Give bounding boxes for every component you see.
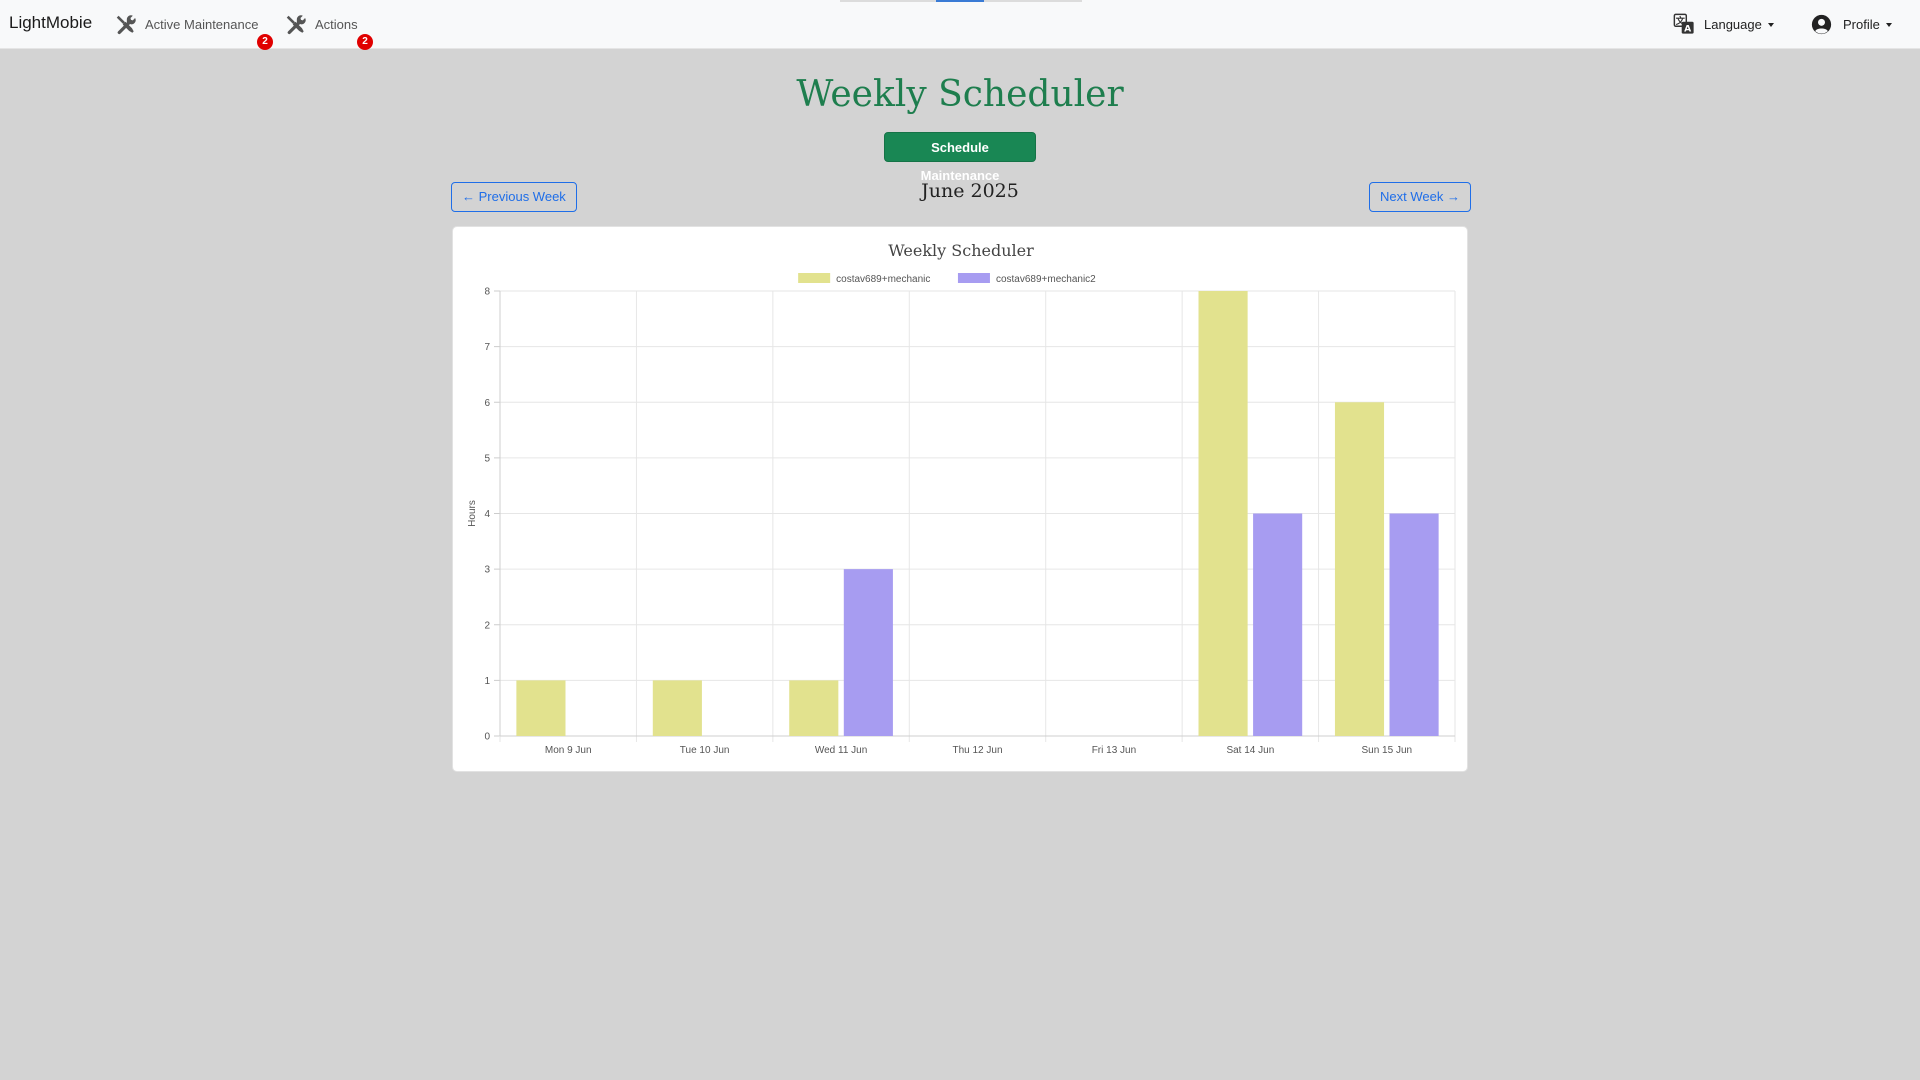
x-tick-label: Sun 15 Jun: [1361, 745, 1412, 756]
svg-text:A: A: [1684, 23, 1692, 34]
page-title: Weekly Scheduler: [796, 74, 1124, 115]
top-tab-strip: [840, 0, 1082, 2]
language-dropdown[interactable]: 文 A Language: [1673, 12, 1774, 36]
y-tick-label: 6: [484, 398, 490, 409]
x-tick-label: Thu 12 Jun: [952, 745, 1002, 756]
nav-actions[interactable]: Actions: [284, 12, 358, 36]
y-tick-label: 2: [484, 620, 490, 631]
bar: [1198, 291, 1248, 736]
schedule-maintenance-button[interactable]: Schedule Maintenance: [884, 132, 1036, 183]
profile-dropdown[interactable]: Profile: [1811, 12, 1892, 36]
bar: [1334, 402, 1385, 736]
weekly-chart-card: Weekly Scheduler costav689+mechanic costav…: [452, 226, 1468, 772]
legend-label: costav689+mechanic2: [996, 274, 1096, 285]
month-label: June 2025: [921, 180, 1019, 202]
brand-logo[interactable]: LightMobie: [9, 13, 92, 33]
previous-week-button[interactable]: ← Previous Week: [451, 182, 577, 212]
chart-title: Weekly Scheduler: [888, 241, 1034, 260]
y-tick-label: 0: [484, 732, 490, 743]
x-tick-label: Mon 9 Jun: [545, 745, 592, 756]
bar: [1389, 513, 1439, 736]
x-tick-label: Fri 13 Jun: [1092, 745, 1136, 756]
nav-actions-label: Actions: [315, 16, 358, 32]
x-tick-label: Tue 10 Jun: [680, 745, 730, 756]
language-label: Language: [1704, 16, 1762, 32]
nav-active-maintenance-label: Active Maintenance: [145, 16, 259, 32]
top-navbar: LightMobie Active Maintenance 2 Actions …: [0, 0, 1920, 50]
caret-down-icon: [1767, 23, 1774, 27]
y-tick-label: 1: [484, 676, 490, 687]
translate-icon: 文 A: [1673, 13, 1695, 35]
active-maintenance-count-badge: 2: [257, 34, 273, 50]
bar: [516, 680, 566, 736]
wrench-screwdriver-icon: [284, 13, 306, 35]
bar: [789, 680, 839, 736]
y-tick-label: 7: [484, 342, 490, 353]
next-week-button[interactable]: Next Week →: [1369, 182, 1471, 212]
bar: [843, 569, 893, 736]
user-circle-icon: [1811, 14, 1832, 35]
legend-swatch: [957, 273, 990, 283]
bar: [1253, 513, 1303, 736]
bar: [652, 680, 702, 736]
y-axis-label: Hours: [467, 500, 478, 527]
caret-down-icon: [1885, 23, 1892, 27]
profile-label: Profile: [1843, 16, 1880, 32]
y-tick-label: 4: [484, 509, 490, 520]
y-tick-label: 5: [484, 453, 490, 464]
weekly-scheduler-chart: Weekly Scheduler costav689+mechanic costav…: [467, 241, 1456, 756]
x-tick-label: Wed 11 Jun: [815, 745, 867, 756]
x-tick-label: Sat 14 Jun: [1226, 745, 1274, 756]
actions-count-badge: 2: [357, 34, 373, 50]
y-tick-label: 8: [484, 287, 490, 298]
y-tick-label: 3: [484, 565, 490, 576]
active-tab-indicator: [936, 0, 984, 2]
nav-active-maintenance[interactable]: Active Maintenance: [114, 12, 258, 36]
legend-label: costav689+mechanic: [836, 274, 930, 285]
legend-swatch: [798, 273, 831, 283]
wrench-screwdriver-icon: [114, 13, 136, 35]
